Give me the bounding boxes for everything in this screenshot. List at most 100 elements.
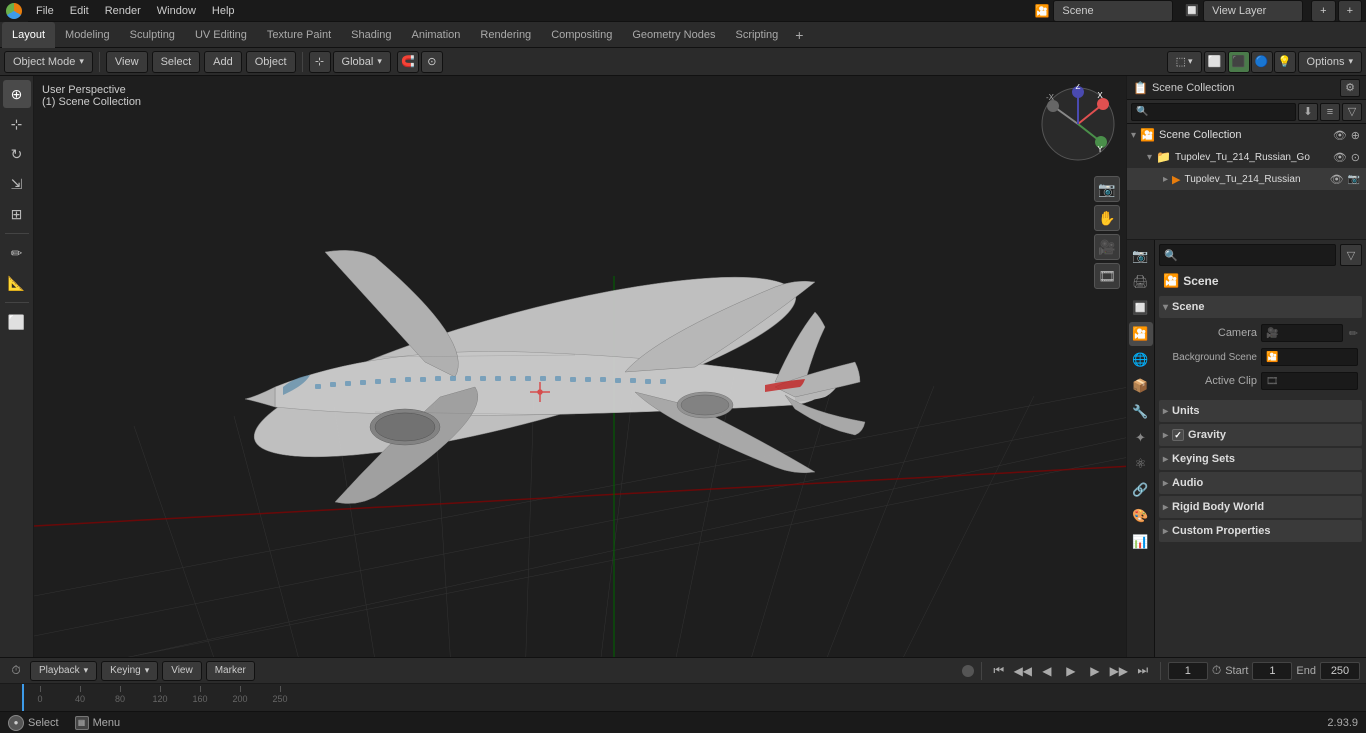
menu-edit[interactable]: Edit [62, 0, 97, 22]
record-btn[interactable] [962, 665, 974, 677]
transform-icon-btn[interactable]: ⊹ [309, 51, 331, 73]
scene-selector[interactable]: Scene [1053, 0, 1173, 22]
scale-tool[interactable]: ⇲ [3, 170, 31, 198]
outliner-sort-btn[interactable]: ⬇ [1298, 103, 1318, 121]
constraint-props-icon[interactable]: 🔗 [1129, 478, 1153, 502]
snap-magnet-btn[interactable]: 🧲 [397, 51, 419, 73]
units-section-toggle[interactable]: ▸ Units [1159, 400, 1362, 422]
outliner-filter-toggle[interactable]: ▽ [1342, 103, 1362, 121]
view-layer-props-icon[interactable]: 🔲 [1129, 296, 1153, 320]
add-workspace-btn[interactable]: + [788, 24, 810, 46]
tab-modeling[interactable]: Modeling [55, 22, 120, 48]
select-menu[interactable]: Select [152, 51, 201, 73]
outliner-search[interactable] [1131, 103, 1296, 121]
camera-value[interactable]: 🎥 [1261, 324, 1343, 342]
add-menu[interactable]: Add [204, 51, 242, 73]
world-props-icon[interactable]: 🌐 [1129, 348, 1153, 372]
material-props-icon[interactable]: 🎨 [1129, 504, 1153, 528]
options-btn[interactable]: Options ▾ [1298, 51, 1362, 73]
timeline-view-menu[interactable]: View [162, 661, 202, 681]
modifier-props-icon[interactable]: 🔧 [1129, 400, 1153, 424]
jump-to-end-btn[interactable]: ⏭ [1133, 661, 1153, 681]
tab-compositing[interactable]: Compositing [541, 22, 622, 48]
playback-menu[interactable]: Playback ▾ [30, 661, 97, 681]
eye-icon[interactable]: 👁 [1333, 129, 1347, 142]
tab-layout[interactable]: Layout [2, 22, 55, 48]
custom-props-section-toggle[interactable]: ▸ Custom Properties [1159, 520, 1362, 542]
menu-file[interactable]: File [28, 0, 62, 22]
tab-scripting[interactable]: Scripting [725, 22, 788, 48]
particles-props-icon[interactable]: ✦ [1129, 426, 1153, 450]
rotate-tool[interactable]: ↻ [3, 140, 31, 168]
outliner-item-tupolev-collection[interactable]: ▾ 📁 Tupolev_Tu_214_Russian_Go 👁 ⊙ [1127, 146, 1366, 168]
view-layer-selector[interactable]: View Layer [1203, 0, 1303, 22]
new-view-layer-btn[interactable]: + [1338, 0, 1362, 22]
timeline-type-icon[interactable]: ⏱ [6, 661, 26, 681]
add-object-tool[interactable]: ⬜ [3, 308, 31, 336]
eye-icon-2[interactable]: 👁 [1333, 151, 1347, 164]
render-hide-icon[interactable]: 📷 [1348, 174, 1360, 185]
props-filter-btn[interactable]: ▽ [1340, 244, 1362, 266]
overlay-btn[interactable]: ⬚ ▾ [1167, 51, 1202, 73]
next-frame-btn[interactable]: ▶ [1085, 661, 1105, 681]
object-props-icon[interactable]: 📦 [1129, 374, 1153, 398]
render-view-btn[interactable]: 💡 [1274, 51, 1296, 73]
play-btn[interactable]: ▶ [1061, 661, 1081, 681]
material-view-btn[interactable]: 🔵 [1251, 51, 1273, 73]
output-props-icon[interactable]: 🖨 [1129, 270, 1153, 294]
outliner-item-tupolev-object[interactable]: ▸ ▶ Tupolev_Tu_214_Russian 👁 📷 [1127, 168, 1366, 190]
render-props-icon[interactable]: 📷 [1129, 244, 1153, 268]
prev-frame-btn[interactable]: ◀ [1037, 661, 1057, 681]
solid-view-btn[interactable]: ⬛ [1228, 51, 1250, 73]
move-tool[interactable]: ⊹ [3, 110, 31, 138]
tab-sculpting[interactable]: Sculpting [120, 22, 185, 48]
object-menu[interactable]: Object [246, 51, 296, 73]
cursor-icon[interactable]: ⊕ [1351, 129, 1360, 142]
active-clip-value[interactable]: 🎞 [1261, 372, 1358, 390]
timeline-ruler[interactable]: 0 40 80 120 160 200 [0, 684, 1366, 711]
audio-section-toggle[interactable]: ▸ Audio [1159, 472, 1362, 494]
jump-forward-btn[interactable]: ▶▶ [1109, 661, 1129, 681]
blender-logo[interactable] [0, 0, 28, 22]
camera-edit-icon[interactable]: ✏ [1349, 327, 1358, 340]
xray-btn[interactable]: ⬜ [1204, 51, 1226, 73]
tab-texture-paint[interactable]: Texture Paint [257, 22, 341, 48]
cursor-tool[interactable]: ⊕ [3, 80, 31, 108]
select-icon[interactable]: ⊙ [1351, 151, 1360, 164]
physics-props-icon[interactable]: ⚛ [1129, 452, 1153, 476]
jump-to-start-btn[interactable]: ⏮ [989, 661, 1009, 681]
transform-tool[interactable]: ⊞ [3, 200, 31, 228]
measure-tool[interactable]: 📐 [3, 269, 31, 297]
proportional-btn[interactable]: ⊙ [421, 51, 443, 73]
rigid-body-section-toggle[interactable]: ▸ Rigid Body World [1159, 496, 1362, 518]
new-scene-btn[interactable]: + [1311, 0, 1335, 22]
outliner-filter-btn[interactable]: ⚙ [1340, 79, 1360, 97]
data-props-icon[interactable]: 📊 [1129, 530, 1153, 554]
3d-viewport[interactable]: User Perspective (1) Scene Collection X … [34, 76, 1126, 657]
start-frame-input[interactable] [1252, 662, 1292, 680]
scene-section-toggle[interactable]: ▾ Scene [1159, 296, 1362, 318]
tab-uv-editing[interactable]: UV Editing [185, 22, 257, 48]
keying-menu[interactable]: Keying ▾ [101, 661, 158, 681]
jump-back-btn[interactable]: ◀◀ [1013, 661, 1033, 681]
menu-render[interactable]: Render [97, 0, 149, 22]
gravity-checkbox[interactable]: ✓ [1172, 429, 1184, 441]
eye-icon-3[interactable]: 👁 [1330, 173, 1344, 186]
tab-geometry-nodes[interactable]: Geometry Nodes [622, 22, 725, 48]
tab-rendering[interactable]: Rendering [470, 22, 541, 48]
keying-sets-section-toggle[interactable]: ▸ Keying Sets [1159, 448, 1362, 470]
outliner-view-toggle[interactable]: ≡ [1320, 103, 1340, 121]
mode-selector[interactable]: Object Mode ▾ [4, 51, 93, 73]
outliner-item-scene-collection[interactable]: ▾ 🎦 Scene Collection 👁 ⊕ [1127, 124, 1366, 146]
end-frame-input[interactable] [1320, 662, 1360, 680]
menu-help[interactable]: Help [204, 0, 243, 22]
background-scene-value[interactable]: 🎦 [1261, 348, 1358, 366]
view-menu[interactable]: View [106, 51, 148, 73]
marker-menu[interactable]: Marker [206, 661, 255, 681]
scene-props-icon[interactable]: 🎦 [1129, 322, 1153, 346]
gravity-section-toggle[interactable]: ▸ ✓ Gravity [1159, 424, 1362, 446]
menu-window[interactable]: Window [149, 0, 204, 22]
tab-shading[interactable]: Shading [341, 22, 401, 48]
transform-selector[interactable]: Global ▾ [333, 51, 391, 73]
annotate-tool[interactable]: ✏ [3, 239, 31, 267]
